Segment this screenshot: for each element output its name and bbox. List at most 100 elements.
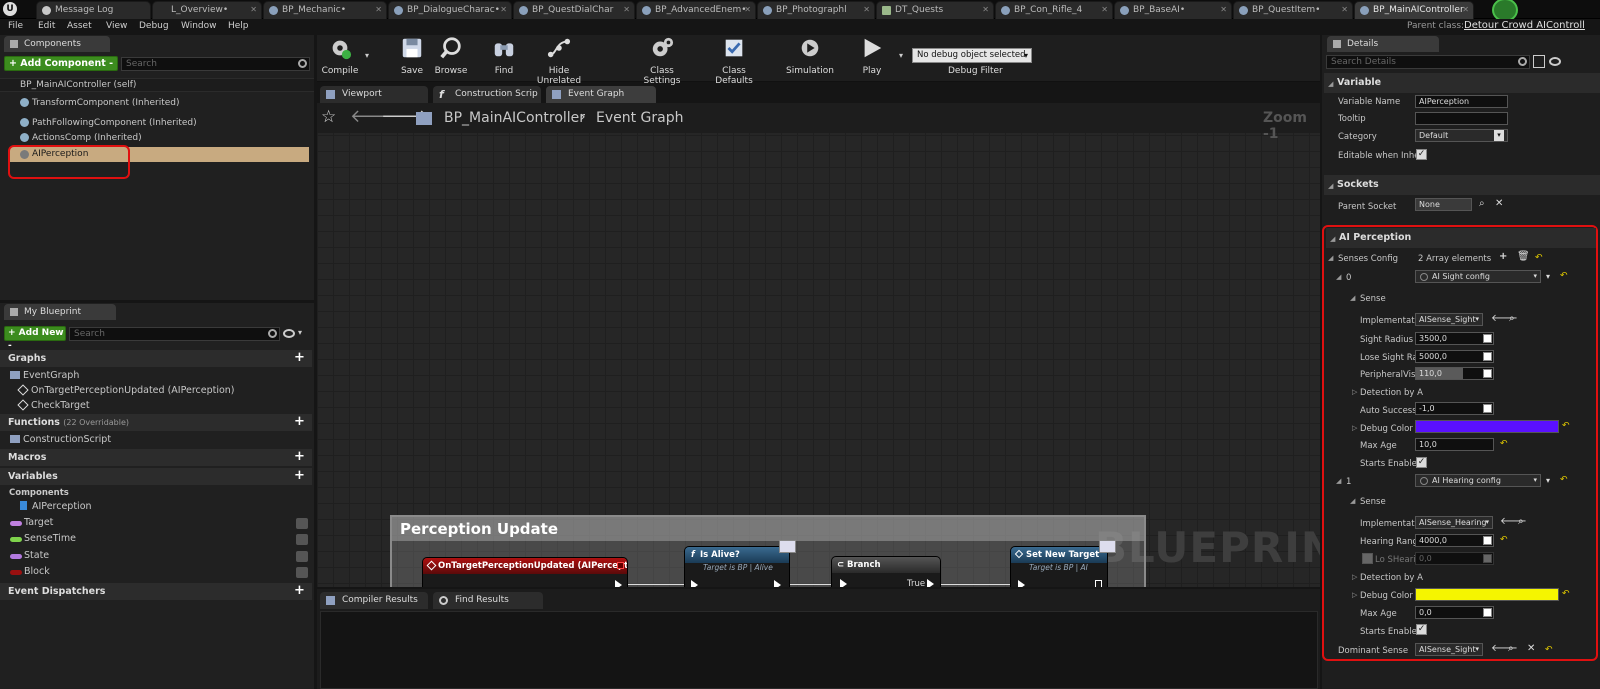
sense-0-implementation-select[interactable]: AISense_Sight ▾ [1415,313,1483,326]
variables-components-category[interactable]: Components [9,488,69,498]
tooltip-input[interactable] [1415,112,1508,125]
spin-handle-icon[interactable] [1483,608,1492,617]
clear-icon[interactable]: ✕ [1527,644,1535,654]
close-icon[interactable]: ✕ [1220,2,1227,18]
tab-viewport[interactable]: Viewport [320,86,428,103]
element-options-chevron-icon[interactable]: ▾ [1546,476,1550,486]
sense-0-debug-color-swatch[interactable] [1415,420,1559,433]
browse-asset-icon[interactable]: ⌕ [1508,644,1514,654]
tab-dt-quests[interactable]: DT_Quests ✕ [876,1,994,19]
tab-bp-questdialchar[interactable]: BP_QuestDialChar ✕ [513,1,635,19]
delegate-pin-icon[interactable] [617,562,624,569]
compile-button[interactable]: Compile [320,36,360,76]
details-view-options-icon[interactable] [1549,57,1561,66]
tab-bp-con-rifle-4[interactable]: BP_Con_Rifle_4 ✕ [995,1,1113,19]
node-set-new-target[interactable]: Set New Target Target is BP | AI [1010,546,1108,587]
menu-debug[interactable]: Debug [139,21,169,31]
add-dispatcher-icon[interactable]: + [293,584,306,598]
exec-out-pin-icon[interactable] [615,580,622,587]
unreal-logo-icon[interactable]: U [3,2,17,16]
visibility-eye-icon[interactable] [296,534,308,545]
close-icon[interactable]: ✕ [250,2,257,18]
reset-to-default-icon[interactable]: ↶ [1500,535,1508,545]
spin-handle-icon[interactable] [1483,536,1492,545]
tab-bp-mechanic[interactable]: BP_Mechanic• ✕ [263,1,387,19]
exec-in-pin-icon[interactable] [1018,580,1025,587]
event-dispatchers-section[interactable]: Event Dispatchers + [0,583,312,600]
spin-handle-icon[interactable] [1483,334,1492,343]
sockets-section-header[interactable]: ◢ Sockets [1324,175,1600,195]
sense-0-max-age-input[interactable]: 10,0 [1415,438,1494,451]
visibility-eye-icon[interactable] [296,518,308,529]
add-macro-icon[interactable]: + [293,450,306,464]
event-graph-item[interactable]: EventGraph [10,370,79,381]
sense-1-starts-enabled-checkbox[interactable]: ✓ [1416,624,1427,635]
components-tab[interactable]: Components [4,36,110,52]
save-button[interactable]: Save [397,36,427,76]
browse-button[interactable]: Browse [433,36,469,76]
sense-1-config-select[interactable]: AI Hearing config ▾ [1415,474,1541,487]
spin-handle-icon[interactable] [1483,369,1492,378]
exec-out-pin-icon[interactable] [927,579,934,587]
play-options-chevron-icon[interactable]: ▾ [899,51,903,60]
tab-bp-questitem[interactable]: BP_QuestItem• ✕ [1233,1,1353,19]
node-on-target-perception-updated[interactable]: OnTargetPerceptionUpdated (AIPerception) [422,557,628,587]
details-tab[interactable]: Details [1327,36,1439,52]
tab-bp-advancedenem[interactable]: BP_AdvancedEnem• ✕ [636,1,756,19]
view-options-icon[interactable] [283,329,295,338]
element-options-chevron-icon[interactable]: ▾ [1546,272,1550,282]
reset-to-default-icon[interactable]: ↶ [1560,475,1568,485]
variable-section-header[interactable]: ◢ Variable [1324,73,1600,93]
debug-object-select[interactable]: No debug object selected ▾ [912,48,1032,63]
my-blueprint-tab[interactable]: My Blueprint [4,304,116,320]
variable-name-input[interactable]: AIPerception [1415,95,1508,108]
tab-event-graph[interactable]: Event Graph [546,86,656,103]
construction-script-item[interactable]: ConstructionScript [10,434,111,445]
parent-class-link[interactable]: Detour Crowd AIControll [1464,20,1585,31]
browse-asset-icon[interactable]: ⌕ [1518,517,1524,527]
tab-message-log[interactable]: Message Log [36,1,151,19]
ai-perception-section-header[interactable]: ◢ AI Perception [1326,228,1596,248]
expand-arrow-icon[interactable]: ▷ [1352,388,1357,396]
spin-handle-icon[interactable] [1483,352,1492,361]
expand-arrow-icon[interactable]: ▷ [1352,573,1357,581]
event-graph-canvas[interactable]: ☆ 🡐 🡒 BP_MainAIController › Event Graph … [317,103,1320,587]
play-button[interactable]: Play [854,36,890,76]
reset-to-default-icon[interactable]: ↶ [1545,645,1553,655]
node-branch[interactable]: ⊂ Branch True [831,556,941,587]
sense-0-starts-enabled-checkbox[interactable]: ✓ [1416,457,1427,468]
breadcrumb-root[interactable]: BP_MainAIController [444,110,585,126]
graphs-section[interactable]: Graphs + [0,350,312,367]
tab-compiler-results[interactable]: Compiler Results [320,592,428,609]
close-icon[interactable]: ✕ [744,2,751,18]
sense-1-debug-color-swatch[interactable] [1415,588,1559,601]
dominant-sense-select[interactable]: AISense_Sight ▾ [1415,643,1483,656]
add-variable-icon[interactable]: + [293,469,306,483]
parent-socket-input[interactable]: None [1415,198,1472,211]
visibility-eye-icon[interactable] [296,567,308,578]
node-is-alive[interactable]: f Is Alive? Target is BP | Alive [684,546,790,587]
favorite-star-icon[interactable]: ☆ [321,107,336,127]
reset-to-default-icon[interactable]: ↶ [1562,421,1570,431]
tab-bp-baseai[interactable]: BP_BaseAI• ✕ [1114,1,1232,19]
close-icon[interactable]: ✕ [1341,2,1348,18]
tab-l-overview[interactable]: L_Overview• ✕ [152,1,262,19]
add-element-icon[interactable]: + [1499,252,1507,262]
details-search-input[interactable]: Search Details [1326,55,1530,69]
exec-out-pin-icon[interactable] [1095,580,1102,587]
reset-to-default-icon[interactable]: ↶ [1500,439,1508,449]
menu-window[interactable]: Window [181,21,217,31]
browse-socket-icon[interactable]: ⌕ [1479,199,1485,209]
editable-when-inherited-checkbox[interactable]: ✓ [1416,149,1427,160]
graph-item-ontargetperceptionupdated[interactable]: OnTargetPerceptionUpdated (AIPerception) [17,384,235,396]
blueprint-search-input[interactable]: Search [69,327,280,341]
variable-sensetime[interactable]: SenseTime [0,533,314,547]
compile-options-chevron-icon[interactable]: ▾ [365,51,369,60]
variables-section[interactable]: Variables + [0,468,312,485]
clear-socket-icon[interactable]: ✕ [1495,199,1503,209]
view-options-chevron-icon[interactable]: ▾ [298,328,302,337]
visibility-eye-icon[interactable] [296,551,308,562]
reset-to-default-icon[interactable]: ↶ [1560,271,1568,281]
expand-arrow-icon[interactable]: ▷ [1352,424,1357,432]
component-actionscomp[interactable]: ActionsComp (Inherited) [20,133,142,143]
